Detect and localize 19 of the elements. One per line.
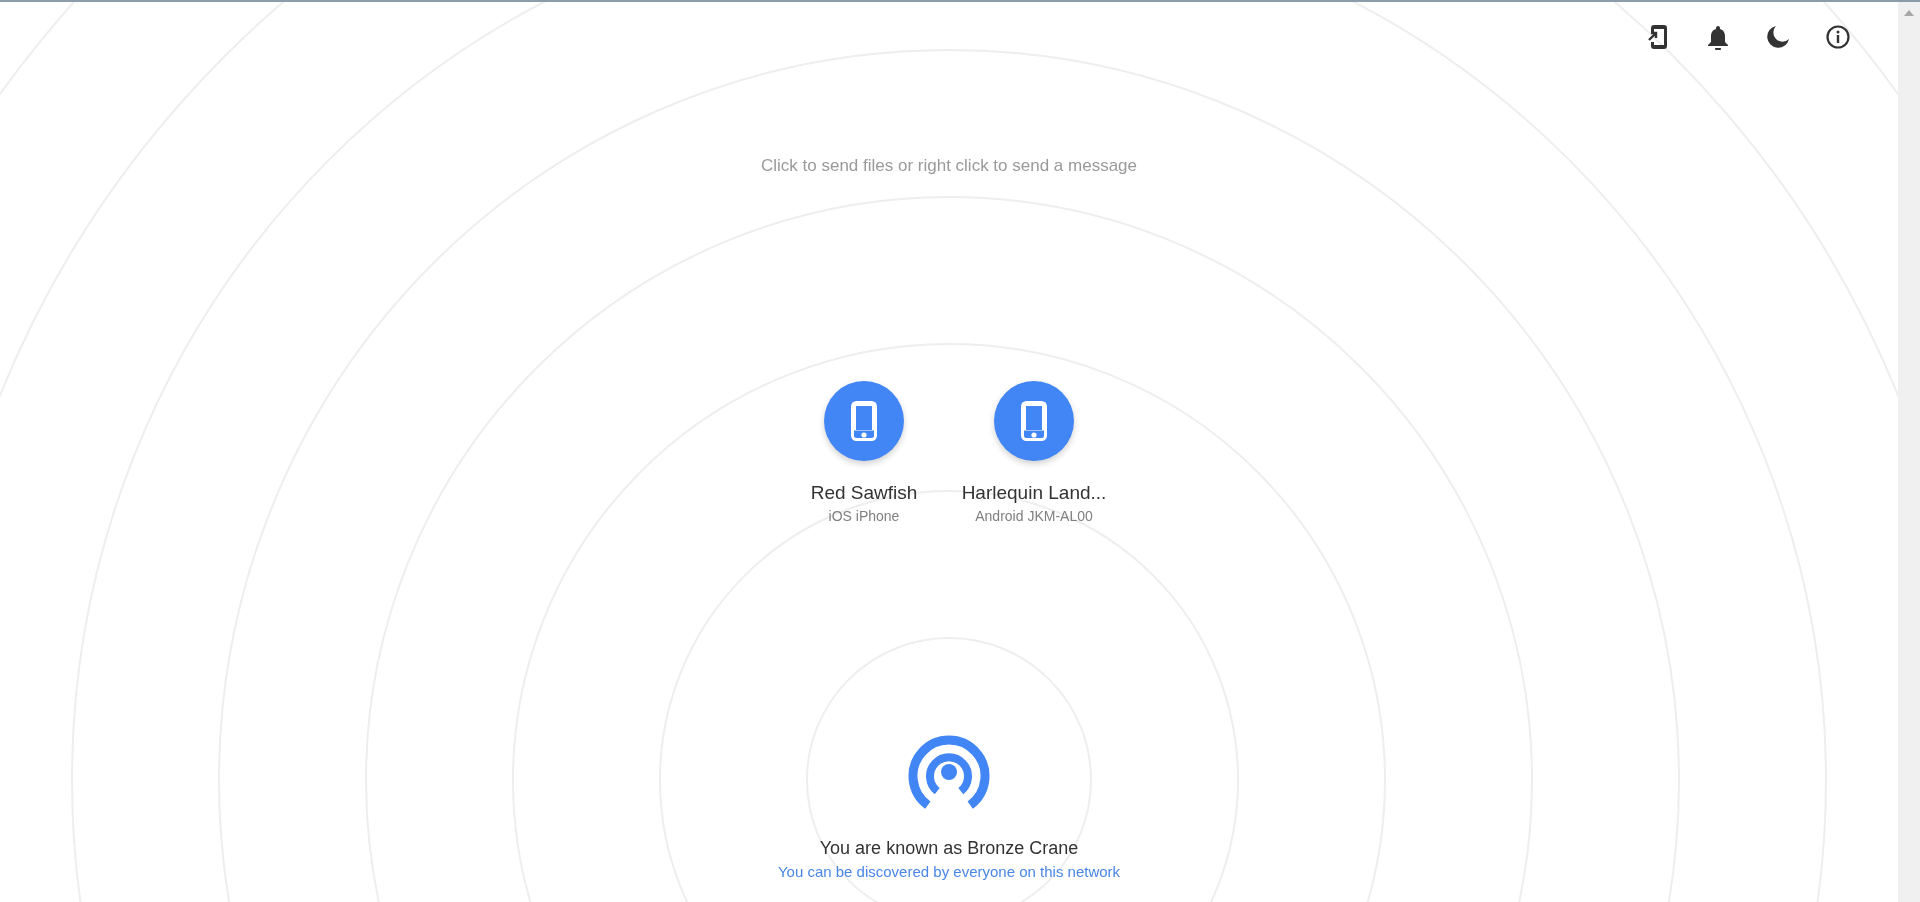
discovery-status-text: You can be discovered by everyone on this network xyxy=(777,863,1121,880)
peer-name: Harlequin Land... xyxy=(961,482,1107,504)
peer-avatar[interactable] xyxy=(824,381,904,461)
moon-icon xyxy=(1766,25,1790,49)
peer-device: iOS iPhone xyxy=(828,508,900,524)
phone-arrow-icon xyxy=(1648,24,1668,50)
smartphone-icon xyxy=(851,401,877,441)
peer-device: Android JKM-AL00 xyxy=(975,508,1093,524)
scroll-up-icon xyxy=(1904,10,1914,16)
bell-icon xyxy=(1707,24,1729,50)
about-button[interactable] xyxy=(1824,23,1852,51)
scrollbar[interactable] xyxy=(1898,2,1920,902)
display-name-text: You are known as Bronze Crane xyxy=(819,838,1079,859)
info-icon xyxy=(1826,25,1850,49)
peer-avatar[interactable] xyxy=(994,381,1074,461)
instruction-text: Click to send files or right click to send a message xyxy=(760,156,1138,176)
theme-toggle-button[interactable] xyxy=(1764,23,1792,51)
smartphone-icon xyxy=(1021,401,1047,441)
peer-name: Red Sawfish xyxy=(810,482,918,504)
